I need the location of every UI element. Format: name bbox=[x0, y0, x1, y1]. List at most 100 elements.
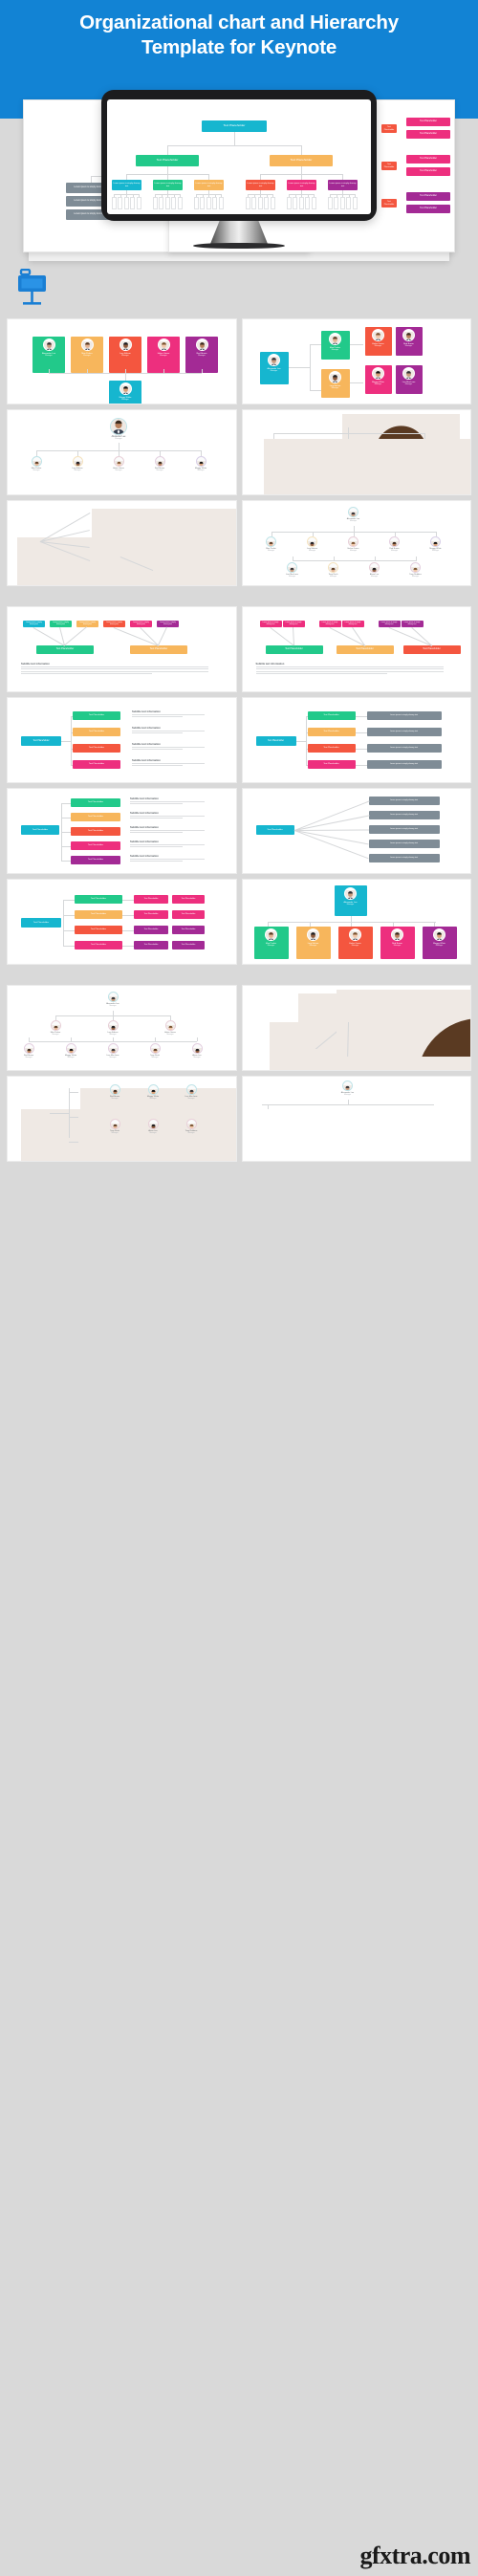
list-subtitle: Subtitle text information bbox=[130, 855, 159, 858]
connector-line bbox=[61, 845, 71, 847]
text-line bbox=[130, 818, 183, 819]
team-card: Maggy White Manager bbox=[422, 927, 457, 959]
section-flow-and-list-charts: Lorem ipsum is simply dummy text Lorem ip… bbox=[0, 603, 478, 971]
connector-line bbox=[119, 443, 120, 450]
team-card: Red Brown Manager bbox=[380, 927, 415, 959]
split-leaf: Text Placeholder bbox=[172, 926, 205, 934]
split-leaf: Text Placeholder bbox=[134, 941, 168, 950]
avatar bbox=[185, 1119, 197, 1129]
person-node: Tony Rush Manager bbox=[322, 562, 345, 578]
avatar bbox=[328, 562, 338, 573]
list-root-node: Text Placeholder bbox=[255, 736, 296, 746]
text-line bbox=[255, 670, 444, 672]
list-node: Text Placeholder bbox=[71, 841, 120, 850]
text-line bbox=[132, 763, 205, 764]
avatar-card: Max Parker Manager bbox=[71, 337, 103, 373]
person-role: Manager bbox=[115, 438, 122, 440]
chart-leaf-node: Lorem ipsum is simply dummy text bbox=[153, 180, 183, 190]
connector-line bbox=[388, 627, 432, 646]
avatar bbox=[109, 1119, 120, 1129]
person-role: Manager bbox=[267, 945, 275, 948]
person-role: Manager bbox=[349, 520, 358, 522]
subtitle-body bbox=[21, 666, 208, 676]
micro-leaf bbox=[136, 197, 141, 209]
monitor-stand-neck bbox=[210, 221, 268, 244]
avatar bbox=[195, 338, 208, 351]
connector-line bbox=[61, 817, 71, 819]
connector-line bbox=[71, 715, 72, 765]
avatar bbox=[107, 1020, 119, 1031]
avatar bbox=[266, 536, 276, 547]
micro-leaf bbox=[111, 197, 117, 209]
flow-top-node: Lorem ipsum is simply dummy text bbox=[157, 621, 179, 627]
root-person-node: Alexander LeeManager bbox=[101, 992, 124, 1007]
avatar bbox=[185, 1084, 197, 1095]
fan-grey-leaf: Lorem ipsum is simply dummy text bbox=[368, 840, 440, 848]
connector-line bbox=[61, 802, 71, 804]
connector-line bbox=[293, 830, 369, 845]
person-node: Lary Edison Manager bbox=[66, 456, 89, 471]
connector-line bbox=[261, 1104, 434, 1105]
avatar bbox=[50, 1020, 61, 1031]
text-line bbox=[21, 670, 208, 672]
fan-grey-leaf: Lorem ipsum is simply dummy text bbox=[368, 825, 440, 834]
avatar bbox=[342, 1081, 353, 1091]
avatar bbox=[80, 338, 94, 351]
micro-leaf bbox=[305, 197, 310, 209]
chart-leaf-node: Lorem ipsum is simply dummy text bbox=[112, 180, 141, 190]
person-node: Maggy White Manager bbox=[59, 1043, 82, 1059]
text-line bbox=[21, 673, 153, 675]
text-line bbox=[132, 747, 205, 748]
split-leaf: Text Placeholder bbox=[172, 941, 205, 950]
text-line bbox=[130, 844, 205, 845]
section-divider bbox=[0, 592, 478, 603]
person-node-inline: Tony RobbinsManager bbox=[416, 471, 470, 494]
connector-line bbox=[158, 626, 167, 645]
person-role: Manager bbox=[111, 1132, 119, 1134]
micro-leaf bbox=[193, 197, 199, 209]
text-line bbox=[255, 673, 387, 675]
flow-root-node: Text Placeholder bbox=[336, 645, 394, 654]
flow-top-node: Lorem ipsum is simply dummy text bbox=[378, 621, 401, 627]
connector-line bbox=[61, 831, 71, 833]
subtitle-body bbox=[255, 666, 444, 676]
slide-list-chart-variant-b: Text Placeholder Text Placeholder Lorem ip… bbox=[242, 698, 470, 782]
person-role: Manager bbox=[346, 904, 355, 906]
connector-line bbox=[288, 367, 310, 368]
person-role: Manager bbox=[121, 399, 129, 402]
person-role: Manager bbox=[193, 1057, 201, 1059]
chart-root-node: Text Placeholder bbox=[202, 120, 267, 132]
monitor-stand-base bbox=[193, 243, 285, 249]
person-role: Manager bbox=[111, 1098, 119, 1100]
text-line bbox=[130, 846, 183, 848]
micro-leaf bbox=[152, 197, 158, 209]
connector-line bbox=[272, 433, 424, 434]
subtitle-body bbox=[130, 859, 205, 863]
person-role: Manager bbox=[121, 355, 129, 358]
person-node: Tony Rush Manager bbox=[103, 1119, 126, 1134]
connector-line bbox=[293, 800, 369, 831]
avatar bbox=[155, 562, 236, 585]
text-line bbox=[132, 749, 184, 751]
section-avatar-card-org-charts: Alexander Lee Manager Max Parker Manager L… bbox=[0, 316, 478, 592]
connector-line bbox=[71, 1037, 72, 1041]
fan-grey-leaf: Lorem ipsum is simply dummy text bbox=[368, 797, 440, 805]
connector-line bbox=[202, 369, 203, 373]
list-subtitle: Subtitle text information bbox=[132, 759, 161, 762]
hero-right-leaf: Text Placeholder bbox=[406, 167, 450, 176]
list-subtitle: Subtitle text information bbox=[130, 797, 159, 800]
person-role: Manager bbox=[187, 1132, 195, 1134]
avatar-card: Alexander Lee Manager bbox=[33, 337, 65, 373]
connector-line bbox=[113, 627, 159, 646]
chart-leaf-node: Lorem ipsum is simply dummy text bbox=[328, 180, 358, 190]
micro-leaf bbox=[177, 197, 183, 209]
person-role: Manager bbox=[149, 1132, 157, 1134]
text-line bbox=[130, 832, 183, 834]
keynote-icon bbox=[16, 268, 48, 309]
person-role: Manager bbox=[149, 1098, 157, 1100]
micro-leaf bbox=[171, 197, 176, 209]
subtitle-body bbox=[130, 830, 205, 835]
root-person-node: Alexander LeeManager bbox=[337, 1081, 359, 1096]
avatar bbox=[107, 1043, 119, 1054]
team-root-card: Alexander Lee Manager bbox=[334, 885, 367, 916]
